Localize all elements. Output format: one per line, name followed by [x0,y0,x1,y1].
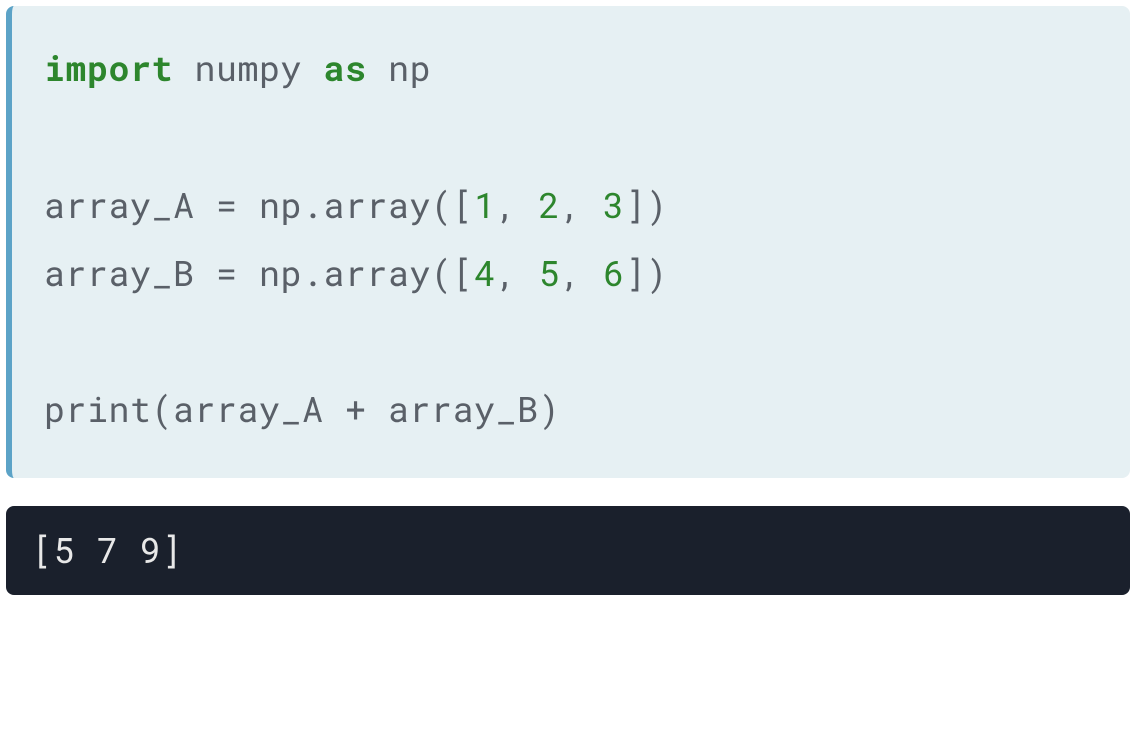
keyword-as: as [324,45,367,91]
number-literal: 4 [474,250,496,296]
code-text: , [496,182,539,228]
code-text: array_B = np.array([ [44,250,474,296]
code-line-blank [44,102,1098,170]
code-line-blank [44,307,1098,375]
code-text: array_A = np.array([ [44,182,474,228]
code-line-print: print(array_A + array_B) [44,375,1098,443]
code-line-import: import numpy as np [44,34,1098,102]
number-literal: 3 [603,182,625,228]
number-literal: 5 [539,250,561,296]
code-line-array-a: array_A = np.array([1, 2, 3]) [44,171,1098,239]
code-text: , [496,250,539,296]
number-literal: 2 [539,182,561,228]
code-text: ]) [625,182,668,228]
output-block: [5 7 9] [6,506,1130,595]
number-literal: 1 [474,182,496,228]
code-block: import numpy as np array_A = np.array([1… [6,6,1130,478]
code-text: numpy [173,45,324,91]
code-text: np [367,45,432,91]
code-text: , [560,250,603,296]
code-text: ]) [625,250,668,296]
output-line: [5 7 9] [32,526,1104,575]
number-literal: 6 [603,250,625,296]
code-line-array-b: array_B = np.array([4, 5, 6]) [44,239,1098,307]
code-text: , [560,182,603,228]
keyword-import: import [44,45,173,91]
